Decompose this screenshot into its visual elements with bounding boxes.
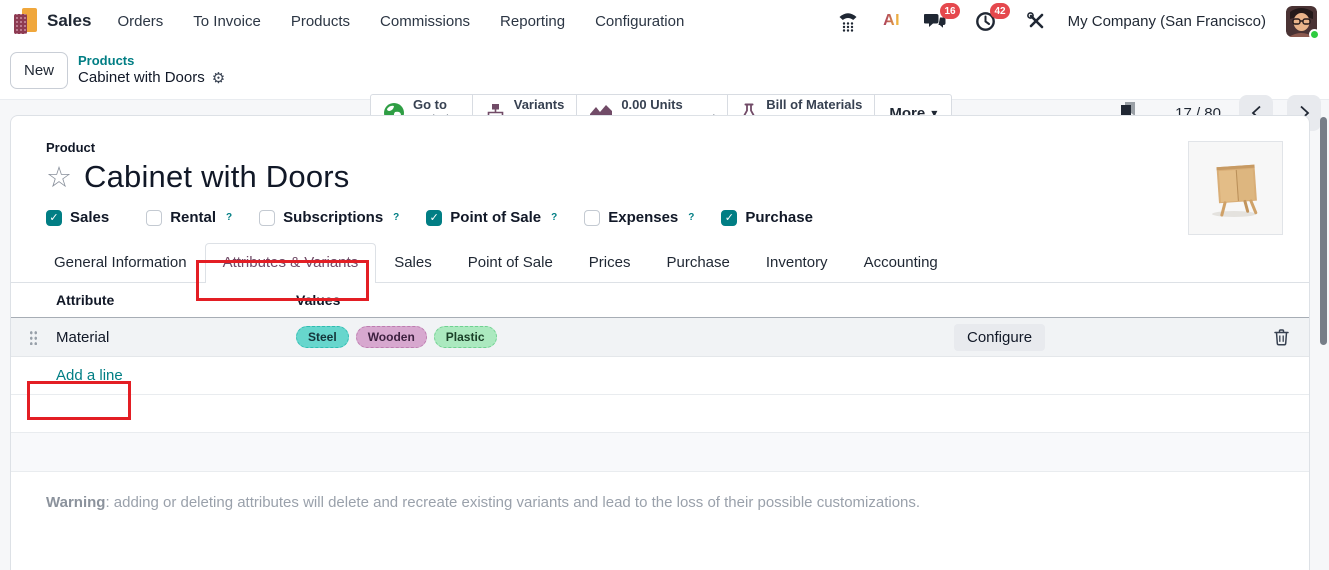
checkbox[interactable]: ✓	[584, 210, 600, 226]
empty-row	[11, 395, 1309, 433]
column-header-attribute: Attribute	[56, 292, 296, 308]
checkbox-expenses[interactable]: ✓ Expenses?	[584, 209, 694, 226]
checkbox-subscriptions[interactable]: ✓ Subscriptions?	[259, 209, 399, 226]
checkbox-rental[interactable]: ✓ Rental?	[146, 209, 232, 226]
add-a-line-link[interactable]: Add a line	[56, 367, 123, 384]
checkbox-label: Purchase	[745, 209, 813, 226]
activities-badge: 42	[990, 3, 1009, 19]
menu-products[interactable]: Products	[291, 13, 350, 30]
top-navbar: Sales Orders To Invoice Products Commiss…	[0, 0, 1329, 42]
tab-point-of-sale[interactable]: Point of Sale	[450, 243, 571, 282]
checkbox-label: Point of Sale	[450, 209, 541, 226]
debug-tools-icon[interactable]	[1024, 9, 1048, 33]
menu-reporting[interactable]: Reporting	[500, 13, 565, 30]
attribute-values: Steel Wooden Plastic	[296, 326, 954, 348]
menu-orders[interactable]: Orders	[117, 13, 163, 30]
menu-configuration[interactable]: Configuration	[595, 13, 684, 30]
checkbox[interactable]: ✓	[146, 210, 162, 226]
help-mark: ?	[688, 212, 694, 223]
help-mark: ?	[551, 212, 557, 223]
tab-general-information[interactable]: General Information	[36, 243, 205, 282]
empty-row	[11, 433, 1309, 472]
checkbox[interactable]: ✓	[721, 210, 737, 226]
tab-accounting[interactable]: Accounting	[846, 243, 956, 282]
checkbox-label: Subscriptions	[283, 209, 383, 226]
actions-gear-icon[interactable]: ⚙	[212, 69, 225, 88]
checkbox-sales[interactable]: ✓ Sales	[46, 209, 119, 226]
vertical-scrollbar[interactable]	[1320, 117, 1327, 345]
checkbox-point-of-sale[interactable]: ✓ Point of Sale?	[426, 209, 557, 226]
warning-body: : adding or deleting attributes will del…	[105, 494, 920, 511]
delete-row-trash-icon[interactable]	[1273, 328, 1290, 346]
favorite-star-icon[interactable]: ☆	[46, 163, 72, 192]
notebook-tabs: General Information Attributes & Variant…	[11, 243, 1309, 283]
stat-label: Variants	[514, 98, 565, 113]
checkbox-label: Sales	[70, 209, 109, 226]
stat-label: Go to	[413, 98, 460, 113]
menu-commissions[interactable]: Commissions	[380, 13, 470, 30]
online-status-dot	[1309, 29, 1320, 40]
help-mark: ?	[226, 212, 232, 223]
column-header-values: Values	[296, 292, 954, 308]
checkbox-purchase[interactable]: ✓ Purchase	[721, 209, 823, 226]
value-tag-plastic[interactable]: Plastic	[434, 326, 497, 348]
product-image[interactable]	[1188, 141, 1283, 235]
tab-attributes-variants[interactable]: Attributes & Variants	[205, 243, 377, 283]
drag-handle-icon[interactable]	[29, 330, 38, 345]
sales-app-icon	[12, 8, 38, 34]
product-type-checkboxes: ✓ Sales ✓ Rental? ✓ Subscriptions? ✓ Poi…	[46, 209, 1274, 226]
activities-icon[interactable]: 42	[974, 9, 998, 33]
tab-sales[interactable]: Sales	[376, 243, 450, 282]
tab-inventory[interactable]: Inventory	[748, 243, 846, 282]
control-panel: New Products Cabinet with Doors ⚙ Go toW…	[0, 42, 1329, 100]
messages-icon[interactable]: 16	[924, 9, 948, 33]
value-tag-steel[interactable]: Steel	[296, 326, 349, 348]
checkbox-label: Expenses	[608, 209, 678, 226]
app-menu-button[interactable]: Sales	[12, 8, 91, 34]
user-menu[interactable]	[1286, 6, 1317, 37]
form-sheet: Product ☆ Cabinet with Doors ✓ Sales ✓ R…	[10, 115, 1310, 570]
checkbox[interactable]: ✓	[259, 210, 275, 226]
messages-badge: 16	[940, 3, 959, 19]
product-name[interactable]: Cabinet with Doors	[84, 159, 350, 195]
voip-phone-icon[interactable]	[836, 9, 860, 33]
breadcrumb-current: Cabinet with Doors	[78, 69, 205, 88]
configure-button[interactable]: Configure	[954, 324, 1045, 351]
attribute-row-material[interactable]: Material Steel Wooden Plastic Configure	[11, 318, 1309, 357]
menu-to-invoice[interactable]: To Invoice	[193, 13, 261, 30]
company-selector[interactable]: My Company (San Francisco)	[1068, 13, 1266, 30]
app-name[interactable]: Sales	[47, 11, 91, 31]
ai-label: AI	[883, 12, 900, 30]
attribute-name[interactable]: Material	[56, 329, 296, 346]
breadcrumb-products-link[interactable]: Products	[78, 53, 225, 69]
tab-purchase[interactable]: Purchase	[648, 243, 747, 282]
warning-title: Warning	[46, 494, 105, 511]
ai-icon[interactable]: AI	[880, 9, 904, 33]
add-line-row: Add a line	[11, 357, 1309, 395]
tab-prices[interactable]: Prices	[571, 243, 649, 282]
odoo-product-page: Sales Orders To Invoice Products Commiss…	[0, 0, 1329, 570]
variants-warning-text: Warning: adding or deleting attributes w…	[46, 494, 1274, 511]
value-tag-wooden[interactable]: Wooden	[356, 326, 427, 348]
nav-menus: Orders To Invoice Products Commissions R…	[117, 13, 684, 30]
checkbox-label: Rental	[170, 209, 216, 226]
checkbox[interactable]: ✓	[46, 210, 62, 226]
attribute-table-header: Attribute Values	[11, 283, 1309, 318]
stat-value: 0.00 Units	[621, 98, 715, 113]
checkbox[interactable]: ✓	[426, 210, 442, 226]
stat-label: Bill of Materials	[766, 98, 862, 113]
new-button[interactable]: New	[10, 52, 68, 89]
breadcrumb: Products Cabinet with Doors ⚙	[78, 53, 225, 88]
help-mark: ?	[393, 212, 399, 223]
systray: AI 16 42 My Company (San Francisco)	[836, 6, 1317, 37]
record-type-label: Product	[46, 140, 1274, 155]
